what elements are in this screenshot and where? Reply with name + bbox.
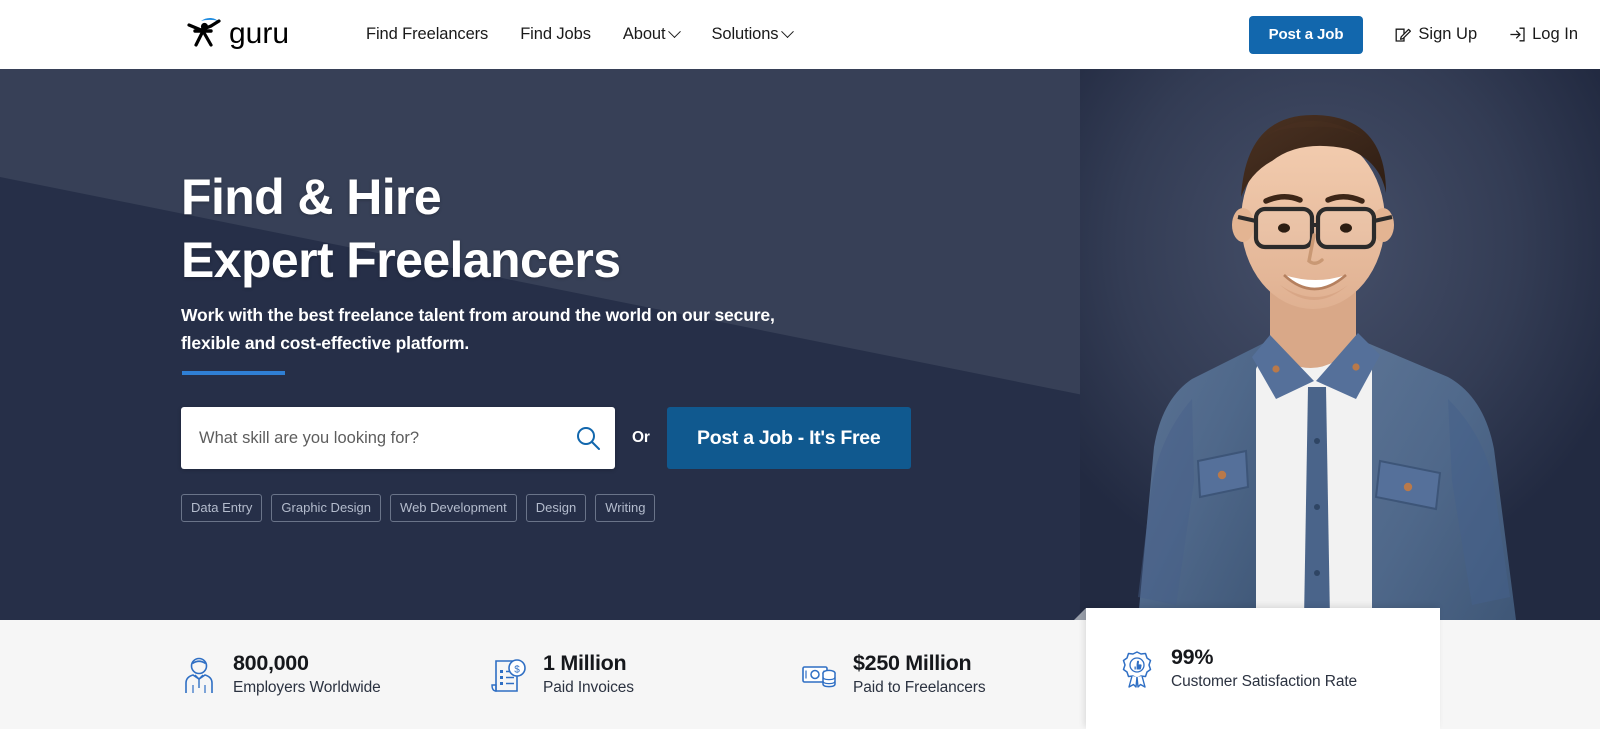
main-nav: Find Freelancers Find Jobs About Solutio… [366, 0, 808, 69]
stat-number: 800,000 [233, 650, 309, 675]
nav-label: About [622, 25, 666, 43]
search-box [181, 407, 615, 469]
nav-item-solutions[interactable]: Solutions [695, 0, 808, 69]
hero-section: Find & Hire Expert Freelancers Work with… [0, 69, 1600, 620]
hero-search-row: Or Post a Job - It's Free [181, 407, 911, 469]
nav-label: Find Freelancers [366, 25, 489, 43]
stat-paid-to-freelancers: $250 Million Paid to Freelancers [801, 650, 1111, 700]
landing-page: guru Find Freelancers Find Jobs About So… [0, 0, 1600, 729]
stat-employers-worldwide: 800,000 Employers Worldwide [181, 650, 491, 700]
log-in-label: Log In [1532, 25, 1578, 43]
nav-label: Find Jobs [520, 25, 591, 43]
chip-design[interactable]: Design [525, 494, 587, 522]
stat-label: Employers Worldwide [233, 678, 381, 696]
login-arrow-icon [1510, 27, 1525, 42]
post-a-job-button[interactable]: Post a Job [1248, 15, 1364, 54]
search-submit-button[interactable] [561, 408, 615, 468]
nav-item-find-freelancers[interactable]: Find Freelancers [366, 0, 504, 69]
or-separator-label: Or [632, 429, 650, 446]
svg-text:$: $ [514, 664, 520, 675]
employer-person-icon [185, 657, 213, 693]
stat-number: $250 Million [853, 650, 972, 675]
hero-content: Find & Hire Expert Freelancers Work with… [181, 69, 1081, 620]
edit-pencil-square-icon [1395, 28, 1412, 42]
stat-text: 1 Million Paid Invoices [543, 650, 634, 700]
stat-label: Paid to Freelancers [853, 678, 986, 696]
site-header: guru Find Freelancers Find Jobs About So… [0, 0, 1600, 69]
award-ribbon-thumbsup-icon [1122, 650, 1152, 688]
stat-number: 1 Million [543, 650, 627, 675]
accent-underline [182, 371, 285, 375]
guru-logo[interactable]: guru [181, 14, 321, 54]
nav-label: Solutions [711, 25, 779, 43]
chip-web-development[interactable]: Web Development [390, 494, 517, 522]
stat-label: Paid Invoices [543, 678, 634, 696]
page-title: Find & Hire Expert Freelancers [181, 166, 621, 292]
stat-text: 99% Customer Satisfaction Rate [1171, 644, 1357, 694]
sign-up-label: Sign Up [1418, 25, 1478, 43]
chip-data-entry[interactable]: Data Entry [181, 494, 263, 522]
guru-logo-icon: guru [187, 17, 289, 50]
log-in-link[interactable]: Log In [1509, 25, 1578, 44]
hero-photo [1080, 69, 1600, 620]
search-icon [577, 427, 600, 450]
hero-title-line-2: Expert Freelancers [181, 232, 621, 288]
hero-subtitle: Work with the best freelance talent from… [181, 305, 775, 353]
stat-customer-satisfaction-card: 99% Customer Satisfaction Rate [1086, 608, 1440, 729]
svg-text:guru: guru [229, 17, 289, 50]
popular-skill-chips: Data Entry Graphic Design Web Developmen… [181, 494, 656, 522]
post-a-job-free-button[interactable]: Post a Job - It's Free [666, 407, 911, 469]
hero-title-line-1: Find & Hire [181, 169, 442, 225]
search-input[interactable] [181, 408, 561, 468]
stat-text: $250 Million Paid to Freelancers [853, 650, 986, 700]
stat-paid-invoices: $ 1 Million Paid Invoices [491, 650, 801, 700]
stat-card-notch [1074, 608, 1086, 620]
nav-item-find-jobs[interactable]: Find Jobs [504, 0, 607, 69]
stat-label: Customer Satisfaction Rate [1171, 672, 1358, 690]
stat-number: 99% [1171, 644, 1214, 669]
stat-text: 800,000 Employers Worldwide [233, 650, 381, 700]
money-cash-icon [802, 665, 836, 687]
chevron-down-icon [668, 25, 682, 39]
header-actions: Post a Job Sign Up Log In [1248, 0, 1600, 69]
nav-item-about[interactable]: About [607, 0, 696, 69]
stat-customer-satisfaction: 99% Customer Satisfaction Rate [1119, 644, 1429, 694]
smiling-man-with-glasses-photo [1080, 69, 1600, 620]
chip-graphic-design[interactable]: Graphic Design [271, 494, 382, 522]
chevron-down-icon [781, 25, 795, 39]
sign-up-link[interactable]: Sign Up [1395, 25, 1477, 44]
invoice-dollar-icon: $ [491, 658, 526, 692]
chip-writing[interactable]: Writing [595, 494, 656, 522]
